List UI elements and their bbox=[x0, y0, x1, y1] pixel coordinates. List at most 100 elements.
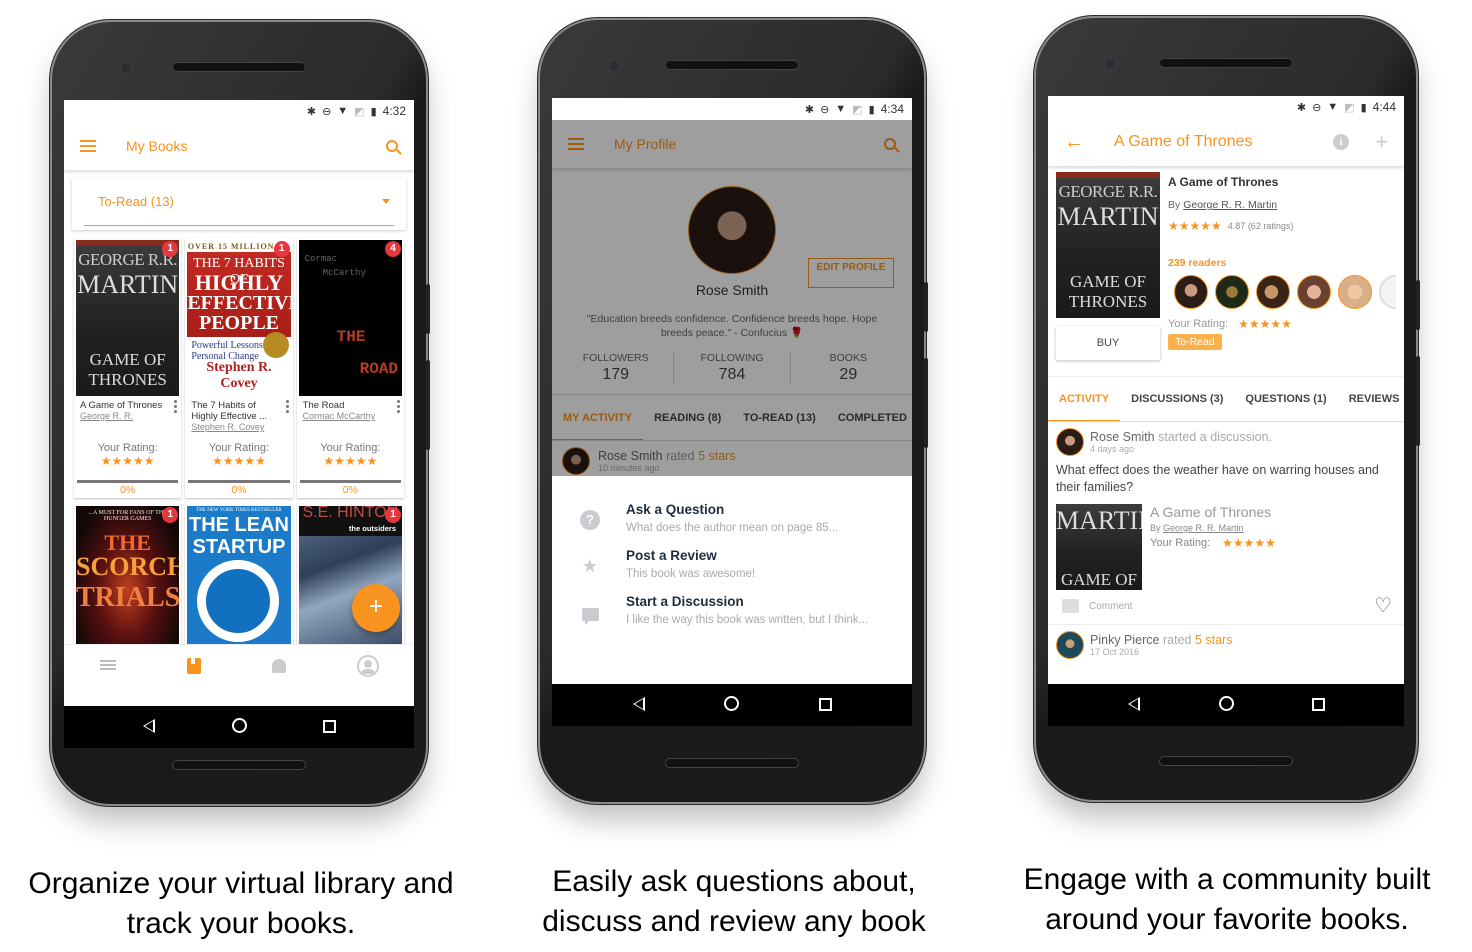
user-avatar[interactable] bbox=[1056, 631, 1084, 659]
book-cover[interactable]: GEORGE R.R. MARTIN GAME OF THRONES bbox=[1056, 172, 1160, 318]
feed-verb: started a discussion. bbox=[1158, 430, 1273, 444]
feed-item[interactable]: Pinky Pierce rated 5 stars 17 Oct 2016 bbox=[1048, 625, 1404, 659]
more-options-icon[interactable] bbox=[174, 400, 178, 415]
tab-questions[interactable]: QUESTIONS (1) bbox=[1234, 377, 1337, 421]
bluetooth-icon: ✱ bbox=[306, 105, 317, 118]
shelf-dropdown[interactable]: To-Read (13) bbox=[72, 178, 406, 230]
nav-recents-button[interactable] bbox=[810, 695, 840, 716]
stat-books[interactable]: BOOKS 29 bbox=[791, 352, 906, 384]
shelf-badge[interactable]: To-Read bbox=[1168, 334, 1222, 350]
reader-avatar[interactable] bbox=[1174, 275, 1208, 309]
nav-back-button[interactable] bbox=[1119, 695, 1149, 716]
book-card[interactable]: 1 ...A MUST FOR FANS OF THE HUNGER GAMES… bbox=[74, 504, 182, 646]
star-rating[interactable]: ★★★★★ bbox=[185, 454, 292, 468]
feed-user[interactable]: Pinky Pierce bbox=[1090, 633, 1159, 647]
plus-icon[interactable]: + bbox=[1375, 129, 1388, 155]
sheet-item-post-review[interactable]: ★ Post a Review This book was awesome! bbox=[552, 548, 912, 582]
your-star-rating[interactable]: ★★★★★ bbox=[1238, 317, 1292, 331]
reader-avatar[interactable] bbox=[1297, 275, 1331, 309]
book-icon[interactable] bbox=[186, 657, 201, 674]
tab-my-activity[interactable]: MY ACTIVITY bbox=[552, 395, 644, 440]
wifi-icon: ▼ bbox=[835, 103, 847, 115]
more-options-icon[interactable] bbox=[285, 400, 289, 415]
feed-user[interactable]: Rose Smith bbox=[1090, 430, 1155, 444]
book-cover[interactable]: OVER 15 MILLION SO THE 7 HABITS OF HIGHL… bbox=[187, 240, 291, 396]
star-rating[interactable]: ★★★★★ bbox=[297, 454, 404, 468]
book-author-link[interactable]: George R. R. bbox=[80, 411, 175, 422]
nav-recents-button[interactable] bbox=[1303, 695, 1333, 716]
discussion-question: What effect does the weather have on war… bbox=[1056, 463, 1379, 494]
reader-avatar[interactable] bbox=[1256, 275, 1290, 309]
star-rating: ★★★★★ bbox=[1168, 219, 1222, 233]
sheet-item-title: Ask a Question bbox=[626, 502, 725, 517]
stat-followers[interactable]: FOLLOWERS 179 bbox=[558, 352, 675, 384]
bell-icon[interactable] bbox=[271, 658, 286, 673]
nav-recents-button[interactable] bbox=[314, 717, 344, 738]
author-link[interactable]: George R. R. Martin bbox=[1163, 523, 1244, 533]
heart-icon[interactable]: ♡ bbox=[1374, 596, 1392, 616]
user-avatar[interactable] bbox=[1056, 428, 1084, 456]
search-icon[interactable] bbox=[884, 138, 896, 150]
reader-avatar[interactable] bbox=[1215, 275, 1249, 309]
cover-ring bbox=[197, 560, 280, 642]
book-card[interactable]: 4 Cormac McCarthy THE ROAD The Road Corm… bbox=[296, 238, 404, 498]
rating-label: Your Rating: bbox=[208, 442, 270, 454]
more-options-icon[interactable] bbox=[397, 400, 400, 415]
book-cover[interactable]: ...A MUST FOR FANS OF THE HUNGER GAMES T… bbox=[76, 506, 180, 646]
feed-item[interactable]: Rose Smith started a discussion. 4 days … bbox=[1048, 422, 1404, 625]
nav-home-button[interactable] bbox=[224, 717, 254, 738]
book-card[interactable]: 1 GEORGE R.R. MARTIN GAME OF THRONES A G… bbox=[74, 238, 182, 498]
tab-to-read[interactable]: TO-READ (13) bbox=[732, 395, 827, 440]
hamburger-menu-icon[interactable] bbox=[80, 140, 96, 152]
search-icon[interactable] bbox=[386, 140, 398, 152]
back-arrow-icon[interactable]: ← bbox=[1064, 132, 1084, 152]
status-time: 4:34 bbox=[880, 102, 904, 116]
edit-profile-button[interactable]: EDIT PROFILE bbox=[808, 258, 894, 288]
sheet-item-ask-question[interactable]: ? Ask a Question What does the author me… bbox=[552, 502, 912, 536]
tab-reading[interactable]: READING (8) bbox=[643, 395, 732, 440]
book-card[interactable]: THE NEW YORK TIMES BESTSELLER THE LEAN S… bbox=[185, 504, 293, 646]
book-cover[interactable]: MARTIN GAME OF bbox=[1056, 504, 1142, 590]
profile-icon[interactable] bbox=[356, 654, 379, 677]
nav-home-button[interactable] bbox=[717, 695, 747, 716]
reader-avatar[interactable] bbox=[1338, 275, 1372, 309]
book-author-link[interactable]: Cormac McCarthy bbox=[303, 411, 398, 422]
author-link[interactable]: George R. R. Martin bbox=[1183, 199, 1277, 211]
nav-home-button[interactable] bbox=[1211, 695, 1241, 716]
tab-completed[interactable]: COMPLETED bbox=[827, 395, 912, 440]
stat-label: FOLLOWERS bbox=[582, 352, 649, 364]
cover-text: THE NEW YORK TIMES BESTSELLER bbox=[196, 508, 282, 513]
nav-back-button[interactable] bbox=[624, 695, 654, 716]
sheet-item-title: Post a Review bbox=[626, 548, 717, 563]
bottom-sheet: ? Ask a Question What does the author me… bbox=[552, 476, 912, 684]
book-card[interactable]: 1 OVER 15 MILLION SO THE 7 HABITS OF HIG… bbox=[185, 238, 293, 498]
rating-block: Your Rating: ★★★★★ bbox=[297, 436, 404, 480]
dnd-icon: ⊖ bbox=[820, 103, 830, 116]
list-icon[interactable] bbox=[99, 659, 116, 672]
tab-reviews[interactable]: REVIEWS bbox=[1338, 377, 1404, 421]
buy-button[interactable]: BUY bbox=[1056, 326, 1160, 360]
book-cover[interactable]: GEORGE R.R. MARTIN GAME OF THRONES bbox=[76, 240, 180, 396]
hamburger-menu-icon[interactable] bbox=[568, 138, 584, 150]
book-title: The 7 Habits of Highly Effective ... bbox=[191, 400, 268, 422]
stat-following[interactable]: FOLLOWING 784 bbox=[674, 352, 791, 384]
sheet-item-start-discussion[interactable]: Start a Discussion I like the way this b… bbox=[552, 594, 912, 628]
nav-back-button[interactable] bbox=[134, 717, 164, 738]
info-icon[interactable]: i bbox=[1333, 134, 1350, 150]
more-readers-icon[interactable] bbox=[1379, 275, 1396, 309]
comment-button[interactable]: Comment bbox=[1062, 599, 1132, 613]
cover-text: ROAD bbox=[359, 360, 398, 378]
add-book-fab[interactable]: + bbox=[352, 584, 400, 632]
star-rating[interactable]: ★★★★★ bbox=[74, 454, 181, 468]
profile-avatar[interactable] bbox=[688, 186, 776, 274]
cover-text: MARTIN bbox=[1056, 506, 1142, 535]
book-cover[interactable]: Cormac McCarthy THE ROAD bbox=[298, 240, 402, 396]
tab-activity[interactable]: ACTIVITY bbox=[1048, 377, 1121, 421]
readers-count[interactable]: 239 readers bbox=[1168, 257, 1396, 269]
activity-item[interactable]: Rose Smith rated 5 stars 10 minutes ago bbox=[552, 441, 912, 481]
screen-my-books: ✱ ⊖ ▼ ◩ ▮ 4:32 My Books To-Read (13) 1 G… bbox=[64, 100, 414, 748]
tab-discussions[interactable]: DISCUSSIONS (3) bbox=[1120, 377, 1234, 421]
power-button bbox=[924, 282, 928, 332]
book-cover[interactable]: THE NEW YORK TIMES BESTSELLER THE LEAN S… bbox=[187, 506, 291, 646]
book-author-link[interactable]: Stephen R. Covey bbox=[191, 422, 286, 433]
